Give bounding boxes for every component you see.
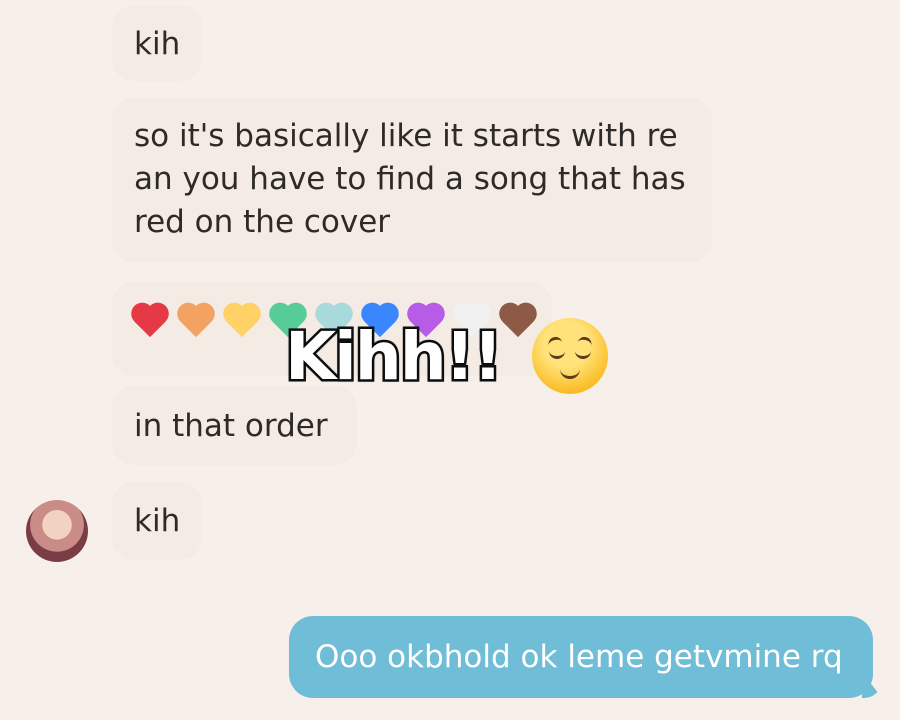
message-text: so it's basically like it starts with re… [134, 118, 686, 240]
overlay-caption: Kihh!! [283, 316, 506, 398]
message-bubble-1: kih [112, 5, 202, 81]
message-bubble-3: in that order [112, 385, 357, 465]
brown-heart-icon [498, 302, 540, 342]
message-text: kih [134, 503, 181, 539]
orange-heart-icon [176, 302, 218, 342]
relieved-face-emoji-icon [532, 318, 608, 394]
avatar[interactable] [26, 500, 88, 562]
message-bubble-2: so it's basically like it starts with re… [112, 97, 712, 263]
outgoing-message-bubble: Ooo okbhold ok leme getvmine rq [289, 616, 873, 698]
red-heart-icon [130, 302, 172, 342]
yellow-heart-icon [222, 302, 264, 342]
message-bubble-4: kih [112, 482, 202, 560]
outgoing-message-text: Ooo okbhold ok leme getvmine rq [315, 639, 843, 675]
message-text: in that order [134, 408, 328, 444]
message-text: kih [134, 26, 181, 62]
